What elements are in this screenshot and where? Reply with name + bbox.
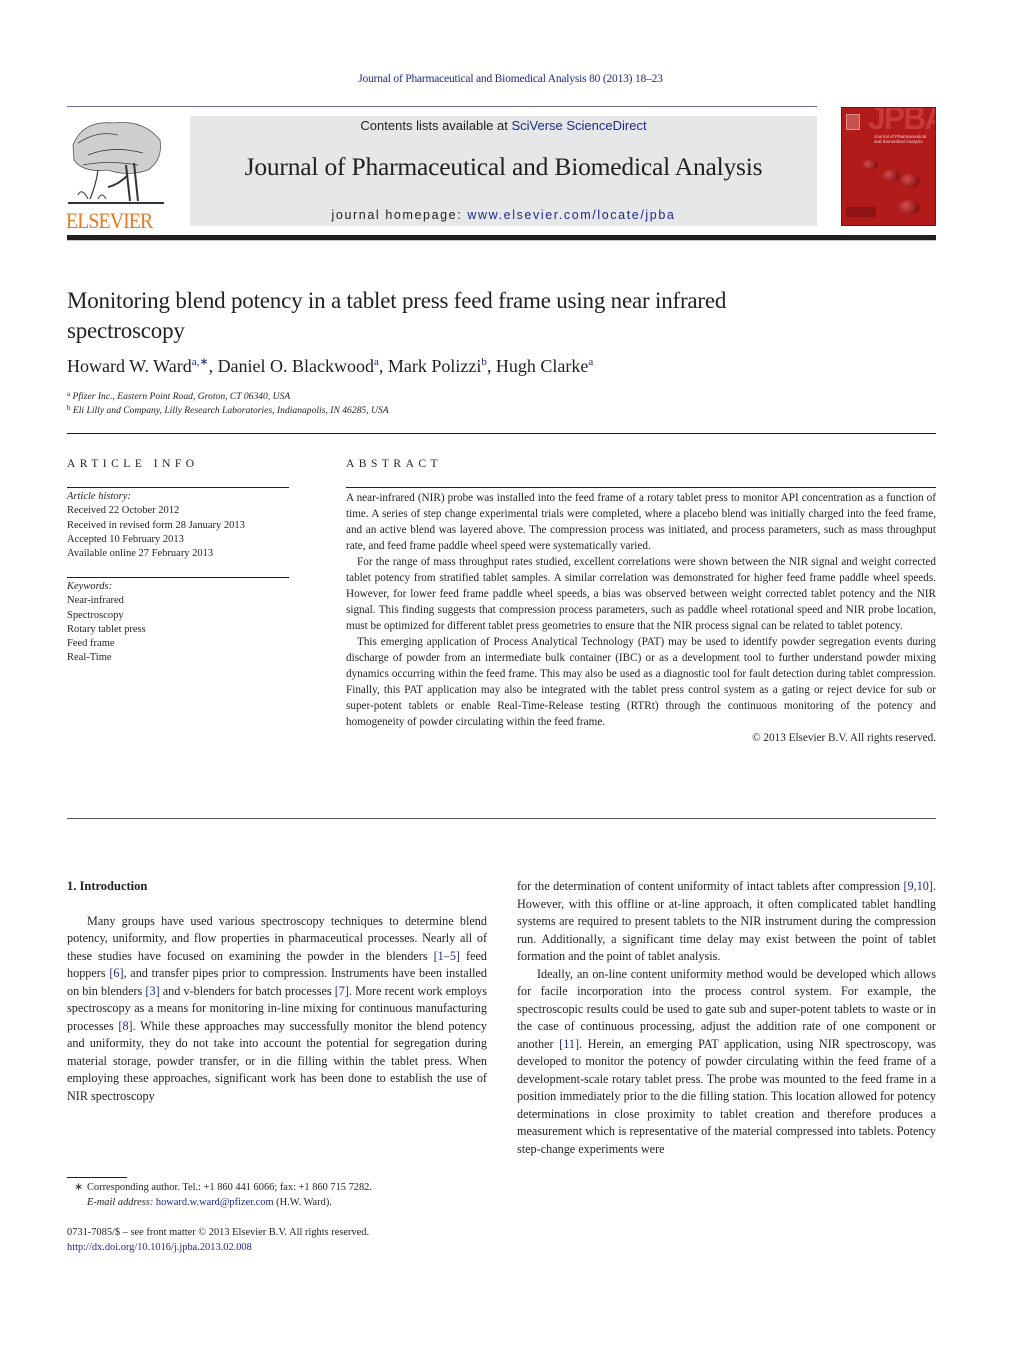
reference-link[interactable]: [9,10] (904, 879, 933, 893)
article-info-rule (67, 487, 289, 488)
keyword: Real-Time (67, 652, 112, 664)
abstract-copyright: © 2013 Elsevier B.V. All rights reserved… (752, 732, 936, 744)
cover-tablet-graphic (882, 170, 900, 182)
author-separator: , (378, 356, 388, 376)
keyword: Near-infrared (67, 595, 124, 607)
body-column-left: 1. Introduction Many groups have used va… (67, 878, 487, 1105)
author-name[interactable]: Daniel O. Blackwood (218, 356, 374, 376)
footnote-rule (67, 1177, 127, 1178)
reference-link[interactable]: [3] (145, 984, 159, 998)
footnote-marker: ∗ (74, 1182, 83, 1193)
body-text: . Herein, an emerging PAT application, u… (517, 1036, 936, 1156)
journal-cover-image[interactable]: JPBA Journal of Pharmaceutical and Biome… (841, 107, 936, 226)
journal-title: Journal of Pharmaceutical and Biomedical… (244, 152, 763, 181)
keywords: Keywords: Near-infrared Spectroscopy Rot… (67, 580, 297, 666)
history-entry: Accepted 10 February 2013 (67, 533, 184, 545)
section-divider (67, 433, 936, 434)
cover-footer-logo (846, 207, 876, 217)
reference-link[interactable]: [11] (559, 1037, 579, 1051)
cover-tablet-graphic (898, 200, 920, 215)
footnote-corresponding: Corresponding author. Tel.: +1 860 441 6… (87, 1182, 372, 1193)
keyword: Feed frame (67, 638, 115, 650)
history-entry: Received 22 October 2012 (67, 505, 180, 517)
affiliation-list: a Pfizer Inc., Eastern Point Road, Groto… (67, 390, 937, 418)
journal-banner: Contents lists available at SciVerse Sci… (190, 116, 817, 226)
abstract-paragraph: This emerging application of Process Ana… (346, 636, 936, 728)
section-heading-introduction: 1. Introduction (67, 879, 148, 893)
issn-line: 0731-7085/$ – see front matter © 2013 El… (67, 1227, 370, 1238)
article-history: Article history: Received 22 October 201… (67, 490, 297, 561)
keyword: Spectroscopy (67, 609, 124, 621)
contents-line: Contents lists available at SciVerse Sci… (190, 118, 817, 133)
homepage-link[interactable]: www.elsevier.com/locate/jpba (467, 208, 675, 222)
abstract-paragraph: A near-infrared (NIR) probe was installe… (346, 492, 936, 552)
journal-homepage-line: journal homepage: www.elsevier.com/locat… (190, 208, 817, 222)
affiliation-text: Pfizer Inc., Eastern Point Road, Groton,… (72, 391, 291, 402)
header-rule (67, 106, 817, 107)
cover-title: Journal of Pharmaceutical and Biomedical… (874, 134, 927, 144)
affiliation-text: Eli Lilly and Company, Lilly Research La… (72, 405, 389, 416)
article-info-heading: ARTICLE INFO (67, 458, 199, 470)
author-affiliation-marker[interactable]: a,∗ (192, 356, 209, 368)
corresponding-author-footnote: ∗ Corresponding author. Tel.: +1 860 441 … (67, 1181, 507, 1210)
history-entry: Received in revised form 28 January 2013 (67, 519, 245, 531)
reference-link[interactable]: [8] (118, 1019, 132, 1033)
abstract-paragraph: For the range of mass throughput rates s… (346, 556, 936, 632)
body-column-right: for the determination of content uniform… (517, 878, 936, 1158)
keywords-rule (67, 577, 289, 578)
cover-publisher-logo (846, 114, 860, 130)
elsevier-logo[interactable]: ELSEVIER (66, 113, 168, 233)
issn-block: 0731-7085/$ – see front matter © 2013 El… (67, 1226, 507, 1255)
header-thick-rule-shadow (67, 240, 936, 241)
keywords-label: Keywords: (67, 581, 113, 592)
cover-tablet-graphic (900, 174, 920, 188)
cover-tablet-graphic (862, 160, 878, 170)
email-link[interactable]: howard.w.ward@pfizer.com (156, 1197, 274, 1208)
body-text: for the determination of content uniform… (517, 879, 904, 893)
abstract-heading: ABSTRACT (346, 458, 443, 470)
keyword: Rotary tablet press (67, 623, 146, 635)
body-text: Many groups have used various spectrosco… (67, 913, 487, 963)
email-suffix: (H.W. Ward). (273, 1196, 332, 1208)
author-list: Howard W. Warda,∗, Daniel O. Blackwood a,… (67, 356, 937, 377)
reference-link[interactable]: [7] (335, 984, 349, 998)
author-name[interactable]: Hugh Clarke (496, 356, 588, 376)
journal-citation[interactable]: Journal of Pharmaceutical and Biomedical… (358, 73, 663, 85)
cover-abbrev: JPBA (868, 107, 935, 136)
article-title: Monitoring blend potency in a tablet pre… (67, 288, 727, 343)
affiliation-item: a Pfizer Inc., Eastern Point Road, Groto… (67, 390, 937, 404)
body-paragraph: Many groups have used various spectrosco… (67, 913, 487, 1106)
body-text: and v-blenders for batch processes (159, 983, 335, 998)
elsevier-wordmark: ELSEVIER (66, 208, 153, 233)
body-paragraph: for the determination of content uniform… (517, 878, 936, 966)
affiliation-marker: a (67, 390, 71, 398)
email-label: E-mail address: (87, 1196, 154, 1208)
abstract-bottom-divider (67, 818, 936, 819)
doi-link[interactable]: http://dx.doi.org/10.1016/j.jpba.2013.02… (67, 1242, 252, 1253)
author-separator: , (486, 356, 496, 376)
journal-citation-link[interactable]: Journal of Pharmaceutical and Biomedical… (0, 73, 1021, 85)
homepage-prefix: journal homepage: (331, 208, 468, 222)
contents-prefix: Contents lists available at (360, 118, 512, 133)
abstract-text: A near-infrared (NIR) probe was installe… (346, 490, 936, 746)
author-name[interactable]: Mark Polizzi (388, 356, 481, 376)
author-name[interactable]: Howard W. Ward (67, 356, 192, 376)
reference-link[interactable]: [6] (109, 966, 123, 980)
history-entry: Available online 27 February 2013 (67, 548, 214, 560)
body-paragraph: Ideally, an on-line content uniformity m… (517, 966, 936, 1159)
article-history-label: Article history: (67, 491, 131, 502)
abstract-rule (346, 487, 936, 488)
reference-link[interactable]: [1–5] (434, 949, 460, 963)
sciencedirect-link[interactable]: SciVerse ScienceDirect (511, 118, 646, 133)
affiliation-item: b Eli Lilly and Company, Lilly Research … (67, 404, 937, 418)
elsevier-tree-icon (68, 121, 164, 204)
affiliation-marker: b (67, 404, 71, 412)
author-separator: , (208, 356, 218, 376)
author-affiliation-marker[interactable]: a (588, 356, 593, 368)
